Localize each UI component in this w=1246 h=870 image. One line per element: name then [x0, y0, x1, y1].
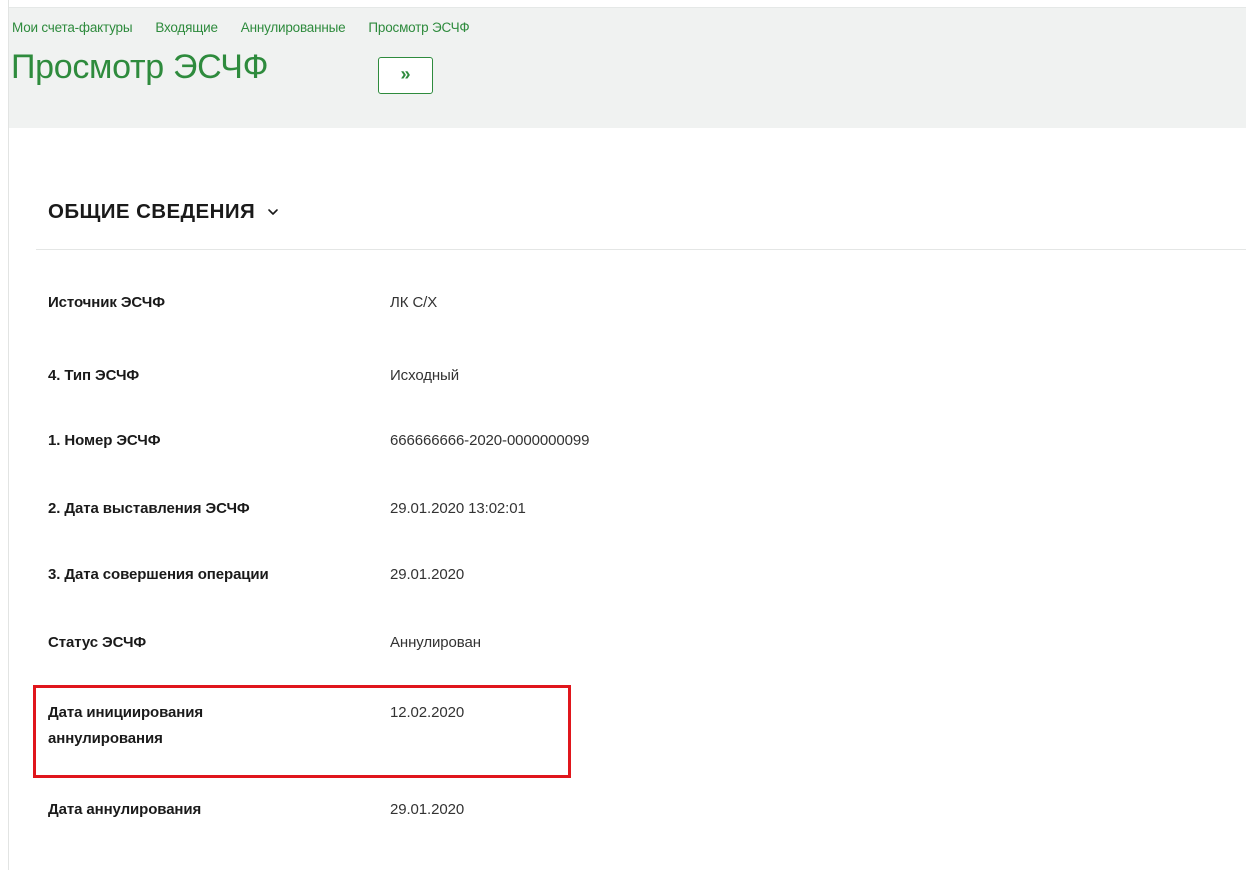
field-value: 29.01.2020: [390, 801, 465, 818]
field-label: Дата инициирования аннулирования: [48, 700, 348, 752]
field-label: Статус ЭСЧФ: [48, 634, 147, 651]
breadcrumb-incoming[interactable]: Входящие: [155, 20, 218, 35]
field-label-line: Дата инициирования: [48, 704, 203, 721]
field-label: Источник ЭСЧФ: [48, 294, 165, 311]
left-border: [0, 0, 9, 870]
breadcrumb: Мои счета-фактуры Входящие Аннулированны…: [12, 20, 493, 35]
page-header: Мои счета-фактуры Входящие Аннулированны…: [9, 8, 1246, 128]
top-border: [0, 0, 1246, 8]
field-value: ЛК С/Х: [390, 294, 438, 311]
field-value: 29.01.2020 13:02:01: [390, 500, 526, 517]
field-value: 29.01.2020: [390, 566, 465, 583]
breadcrumb-view-invoice[interactable]: Просмотр ЭСЧФ: [368, 20, 469, 35]
breadcrumb-cancelled[interactable]: Аннулированные: [241, 20, 346, 35]
section-toggle-general-info[interactable]: ОБЩИЕ СВЕДЕНИЯ: [48, 200, 280, 224]
section-divider: [36, 249, 1246, 250]
page: Мои счета-фактуры Входящие Аннулированны…: [0, 0, 1246, 870]
chevron-down-icon: [268, 209, 278, 215]
expand-button[interactable]: »: [378, 57, 433, 94]
breadcrumb-my-invoices[interactable]: Мои счета-фактуры: [12, 20, 133, 35]
field-label: 3. Дата совершения операции: [48, 566, 269, 583]
field-label: 1. Номер ЭСЧФ: [48, 432, 161, 449]
field-label: Дата аннулирования: [48, 801, 202, 818]
field-label: 4. Тип ЭСЧФ: [48, 367, 140, 384]
section-title: ОБЩИЕ СВЕДЕНИЯ: [48, 200, 256, 223]
field-label: 2. Дата выставления ЭСЧФ: [48, 500, 250, 517]
field-value: Аннулирован: [390, 634, 481, 651]
field-label-line: аннулирования: [48, 730, 163, 747]
field-value: 666666666-2020-0000000099: [390, 432, 590, 449]
field-value: 12.02.2020: [390, 704, 465, 721]
field-value: Исходный: [390, 367, 460, 384]
page-title: Просмотр ЭСЧФ: [11, 48, 269, 86]
